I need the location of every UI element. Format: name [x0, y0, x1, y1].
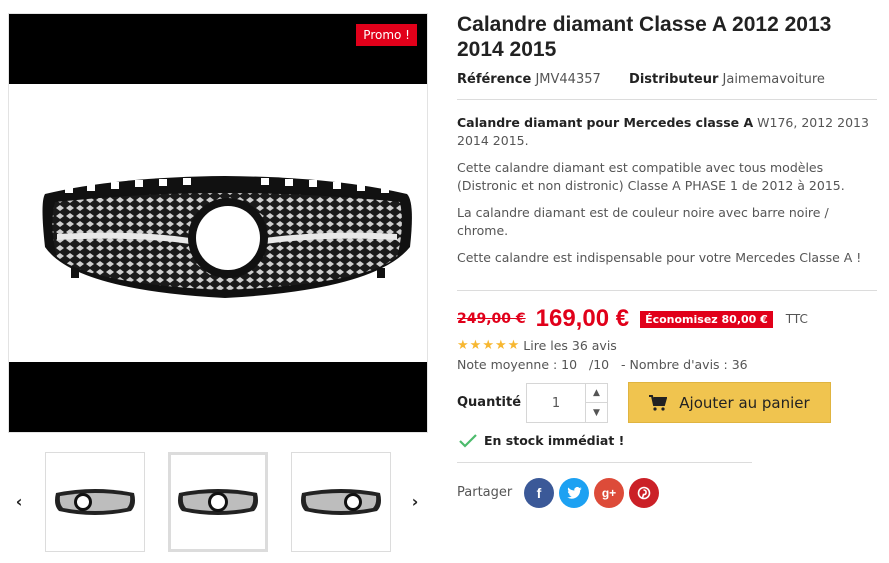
star-icon: ★	[507, 338, 520, 353]
description-paragraph: Cette calandre diamant est compatible av…	[457, 160, 845, 193]
rating-row: ★ ★ ★ ★ ★ Lire les 36 avis	[457, 338, 617, 353]
old-price: 249,00 €	[457, 311, 526, 327]
divider	[457, 462, 752, 463]
quantity-input[interactable]	[527, 384, 585, 422]
chevron-up-icon[interactable]: ▲	[586, 384, 607, 403]
product-references: Référence JMV44357 Distributeur Jaimemav…	[457, 72, 825, 87]
chevron-down-icon[interactable]: ▼	[586, 403, 607, 422]
cart-icon	[649, 394, 668, 411]
chevron-left-icon[interactable]: ‹	[12, 492, 26, 511]
add-to-cart-label: Ajouter au panier	[679, 393, 810, 412]
star-icon: ★	[482, 338, 494, 353]
product-title: Calandre diamant Classe A 2012 2013 2014…	[457, 13, 832, 61]
thumbnail-3[interactable]	[291, 452, 391, 552]
reference-value: JMV44357	[535, 72, 601, 87]
star-icon: ★	[457, 338, 469, 353]
grille-image	[42, 176, 412, 298]
star-icon: ★	[494, 338, 507, 353]
check-icon	[459, 433, 477, 448]
divider	[457, 99, 877, 100]
thumbnail-1[interactable]	[45, 452, 145, 552]
main-product-image[interactable]: Promo !	[8, 13, 428, 433]
grille-thumbnail-image	[178, 489, 258, 515]
divider	[457, 290, 877, 291]
twitter-icon[interactable]	[559, 478, 589, 508]
thumbnail-2[interactable]	[168, 452, 268, 552]
pinterest-icon[interactable]	[629, 478, 659, 508]
chevron-right-icon[interactable]: ›	[408, 492, 422, 511]
reference-label: Référence	[457, 72, 532, 87]
grille-thumbnail-image	[301, 489, 381, 515]
distributor-value: Jaimemavoiture	[722, 72, 825, 87]
description-paragraph: La calandre diamant est de couleur noire…	[457, 205, 829, 238]
share-label: Partager	[457, 485, 513, 500]
quantity-stepper: ▲ ▼	[526, 383, 608, 423]
distributor-label: Distributeur	[629, 72, 719, 87]
stock-status: En stock immédiat !	[459, 433, 624, 448]
read-reviews-link[interactable]: Lire les 36 avis	[523, 338, 617, 353]
current-price: 169,00 €	[535, 305, 630, 332]
savings-badge: Économisez 80,00 €	[640, 310, 773, 328]
google-plus-icon[interactable]: g+	[594, 478, 624, 508]
quantity-label: Quantité	[457, 395, 522, 410]
product-description: Calandre diamant pour Mercedes classe A …	[457, 114, 882, 276]
thumbnail-strip: ‹ ›	[8, 452, 428, 554]
average-rating: Note moyenne : 10 /10 - Nombre d'avis : …	[457, 357, 748, 372]
facebook-icon[interactable]: f	[524, 478, 554, 508]
description-bold: Calandre diamant pour Mercedes classe A	[457, 115, 754, 130]
tax-label: TTC	[785, 312, 808, 326]
description-paragraph: Cette calandre est indispensable pour vo…	[457, 250, 862, 265]
price-row: 249,00 € 169,00 € Économisez 80,00 € TTC	[457, 305, 808, 333]
stock-text: En stock immédiat !	[484, 433, 625, 448]
add-to-cart-button[interactable]: Ajouter au panier	[628, 382, 831, 423]
grille-thumbnail-image	[55, 489, 135, 515]
star-icon: ★	[469, 338, 482, 353]
promo-badge: Promo !	[356, 24, 417, 46]
